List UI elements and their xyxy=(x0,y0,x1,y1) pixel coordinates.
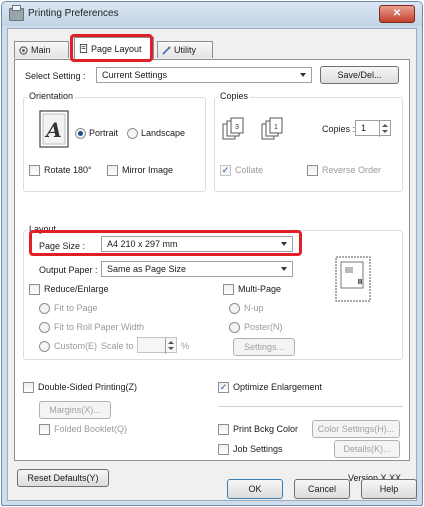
svg-text:Ⅲ: Ⅲ xyxy=(358,278,363,286)
poster-radio[interactable] xyxy=(229,322,240,333)
multi-page-checkbox[interactable] xyxy=(223,284,234,295)
rotate-180-label: Rotate 180° xyxy=(44,165,92,175)
portrait-page-icon: A xyxy=(39,110,69,148)
n-up-label: N-up xyxy=(244,303,264,313)
chevron-down-icon xyxy=(300,73,306,77)
copies-title: Copies xyxy=(218,91,251,101)
poster-label: Poster(N) xyxy=(244,322,283,332)
reduce-enlarge-checkbox[interactable] xyxy=(29,284,40,295)
page-layout-panel: Select Setting : Current Settings Save/D… xyxy=(14,59,410,461)
dialog-client: Main Page Layout Utility Select Setting … xyxy=(7,28,417,501)
copies-value: 1 xyxy=(361,123,367,133)
collate-label: Collate xyxy=(235,165,264,175)
tab-utility[interactable]: Utility xyxy=(157,41,213,58)
output-paper-value: Same as Page Size xyxy=(107,264,187,274)
fit-roll-radio[interactable] xyxy=(39,322,50,333)
print-bkg-color-checkbox[interactable] xyxy=(218,424,229,435)
page-size-dropdown[interactable]: A4 210 x 297 mm xyxy=(101,236,293,252)
details-button[interactable]: Details(K)... xyxy=(334,440,400,458)
copies-stack-icon: 1 xyxy=(261,117,283,140)
copies-group xyxy=(214,97,403,192)
mirror-image-checkbox[interactable] xyxy=(107,165,118,176)
help-button[interactable]: Help xyxy=(361,479,417,499)
output-paper-dropdown[interactable]: Same as Page Size xyxy=(101,261,293,277)
close-button[interactable]: ✕ xyxy=(379,5,415,23)
printing-preferences-window: Printing Preferences ✕ Main Page Layout … xyxy=(1,1,423,506)
reverse-order-label: Reverse Order xyxy=(322,165,382,175)
copies-label: Copies : xyxy=(322,124,356,134)
ok-button[interactable]: OK xyxy=(227,479,283,499)
job-settings-label: Job Settings xyxy=(233,444,283,454)
fit-to-page-radio[interactable] xyxy=(39,303,50,314)
landscape-radio[interactable] xyxy=(127,128,138,139)
page-size-value: A4 210 x 297 mm xyxy=(107,239,178,249)
rotate-180-checkbox[interactable] xyxy=(29,165,40,176)
page-preview-icon: Ⅲ xyxy=(335,256,371,302)
chevron-down-icon xyxy=(281,267,287,271)
cancel-button[interactable]: Cancel xyxy=(294,479,350,499)
print-bkg-color-label: Print Bckg Color xyxy=(233,424,299,434)
select-setting-dropdown[interactable]: Current Settings xyxy=(96,67,312,83)
folded-booklet-label: Folded Booklet(Q) xyxy=(54,424,128,434)
save-del-button[interactable]: Save/Del... xyxy=(320,66,399,84)
reduce-enlarge-label: Reduce/Enlarge xyxy=(44,284,109,294)
optimize-enlargement-label: Optimize Enlargement xyxy=(233,382,323,392)
tab-main[interactable]: Main xyxy=(14,41,69,58)
portrait-label: Portrait xyxy=(89,128,119,138)
multi-page-label: Multi-Page xyxy=(238,284,282,294)
multi-page-settings-button[interactable]: Settings... xyxy=(233,338,295,356)
title-bar[interactable]: Printing Preferences ✕ xyxy=(2,2,422,26)
output-paper-label: Output Paper : xyxy=(39,265,98,275)
scale-to-input[interactable] xyxy=(137,337,177,354)
tab-main-label: Main xyxy=(31,45,51,55)
page-size-label: Page Size : xyxy=(39,241,86,251)
double-sided-label: Double-Sided Printing(Z) xyxy=(38,382,138,392)
collate-checkbox[interactable]: ✓ xyxy=(220,165,231,176)
optimize-enlargement-checkbox[interactable]: ✓ xyxy=(218,382,229,393)
utility-icon xyxy=(162,46,171,55)
printer-icon xyxy=(9,5,24,21)
main-tab-icon xyxy=(19,46,28,55)
mirror-image-label: Mirror Image xyxy=(122,165,174,175)
scale-to-label: Scale to xyxy=(101,341,134,351)
color-settings-button[interactable]: Color Settings(H)... xyxy=(312,420,400,438)
n-up-radio[interactable] xyxy=(229,303,240,314)
job-settings-checkbox[interactable] xyxy=(218,444,229,455)
select-setting-label: Select Setting : xyxy=(25,71,86,81)
fit-to-page-label: Fit to Page xyxy=(54,303,98,313)
layout-title: Layout xyxy=(27,224,59,234)
tab-page-layout[interactable]: Page Layout xyxy=(74,37,154,59)
options-separator xyxy=(218,406,403,407)
page-layout-icon xyxy=(79,44,88,53)
svg-text:A: A xyxy=(44,118,62,142)
landscape-label: Landscape xyxy=(141,128,186,138)
folded-booklet-checkbox[interactable] xyxy=(39,424,50,435)
chevron-down-icon xyxy=(281,242,287,246)
portrait-radio[interactable] xyxy=(75,128,86,139)
tab-utility-label: Utility xyxy=(174,45,196,55)
collate-pages-icon: 3 xyxy=(222,117,244,140)
reset-defaults-button[interactable]: Reset Defaults(Y) xyxy=(17,469,109,487)
tab-page-layout-label: Page Layout xyxy=(91,44,142,54)
custom-label: Custom(E) xyxy=(54,341,98,351)
orientation-title: Orientation xyxy=(27,91,76,101)
scale-unit: % xyxy=(181,341,190,351)
select-setting-value: Current Settings xyxy=(102,70,168,80)
window-title: Printing Preferences xyxy=(28,8,119,19)
svg-text:1: 1 xyxy=(274,124,278,131)
spin-arrows-icon[interactable] xyxy=(379,121,390,137)
fit-roll-label: Fit to Roll Paper Width xyxy=(54,322,145,332)
margins-button[interactable]: Margins(X)... xyxy=(39,401,111,419)
svg-text:3: 3 xyxy=(235,124,239,131)
reverse-order-checkbox[interactable] xyxy=(307,165,318,176)
custom-radio[interactable] xyxy=(39,341,50,352)
spin-arrows-icon[interactable] xyxy=(165,338,176,354)
double-sided-checkbox[interactable] xyxy=(23,382,34,393)
copies-stepper[interactable]: 1 xyxy=(355,120,391,137)
